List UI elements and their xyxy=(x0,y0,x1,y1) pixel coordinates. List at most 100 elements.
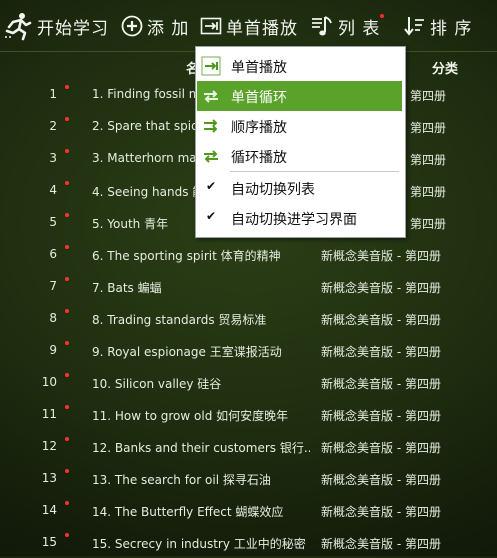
lesson-row[interactable]: 10 10. Silicon valley 硅谷 新概念美音版 - 第四册 xyxy=(0,366,497,398)
lesson-category: 新概念美音版 - 第四册 xyxy=(321,313,441,327)
lesson-title: 7. Bats 蝙蝠 xyxy=(92,281,162,295)
row-number: 11 xyxy=(41,407,57,421)
unread-dot xyxy=(65,245,69,249)
lesson-category: 第四册 xyxy=(410,89,447,103)
lesson-title: 12. Banks and their customers 银行... xyxy=(92,441,310,455)
lesson-category: 第四册 xyxy=(410,121,447,135)
row-number: 12 xyxy=(41,439,57,453)
music-list-icon xyxy=(310,14,334,38)
menu-item-label: 单首循环 xyxy=(231,90,287,106)
lesson-category: 第四册 xyxy=(410,185,447,199)
play-mode-label: 单首播放 xyxy=(226,18,298,39)
menu-option-auto-switch-list[interactable]: ✔ 自动切换列表 xyxy=(197,173,402,203)
menu-item-label: 单首播放 xyxy=(231,60,287,76)
menu-option-label: 自动切换列表 xyxy=(231,182,315,198)
lesson-title: 9. Royal espionage 王室谍报活动 xyxy=(92,345,282,359)
menu-item-single-play[interactable]: 单首播放 xyxy=(197,51,402,81)
sort-icon xyxy=(404,14,426,38)
lesson-row[interactable]: 6 6. The sporting spirit 体育的精神 新概念美音版 - 第四… xyxy=(0,238,497,270)
lesson-category: 第四册 xyxy=(410,153,447,167)
unread-dot xyxy=(65,533,69,537)
single-loop-icon xyxy=(201,86,221,106)
menu-item-loop-play[interactable]: 循环播放 xyxy=(197,141,402,171)
single-play-icon xyxy=(201,56,221,76)
lesson-title: 11. How to grow old 如何安度晚年 xyxy=(92,409,289,423)
sequential-play-icon xyxy=(201,116,221,136)
unread-dot xyxy=(65,469,69,473)
row-number: 1 xyxy=(49,87,57,101)
row-number: 15 xyxy=(41,535,57,549)
lesson-category: 新概念美音版 - 第四册 xyxy=(321,441,441,455)
lesson-title: 8. Trading standards 贸易标准 xyxy=(92,313,267,327)
lesson-category: 新概念美音版 - 第四册 xyxy=(321,473,441,487)
sort-button[interactable]: 排 序 xyxy=(404,0,472,52)
lesson-row[interactable]: 7 7. Bats 蝙蝠 新概念美音版 - 第四册 xyxy=(0,270,497,302)
lesson-row[interactable]: 15 15. Secrecy in industry 工业中的秘密 新概念美音版 -… xyxy=(0,526,497,558)
list-notify-dot xyxy=(380,14,384,18)
lesson-row[interactable]: 13 13. The search for oil 探寻石油 新概念美音版 - 第四… xyxy=(0,462,497,494)
checkmark-icon: ✔ xyxy=(206,209,217,223)
category-column-header[interactable]: 分类 xyxy=(432,58,458,77)
play-mode-menu: 单首播放 单首循环 顺序播放 循环播放 ✔ 自动切换列表 ✔ 自动切换进学习界面 xyxy=(195,46,406,238)
menu-item-label: 顺序播放 xyxy=(231,120,287,136)
play-mode-button[interactable]: 单首播放 xyxy=(200,0,298,52)
unread-dot xyxy=(65,437,69,441)
lesson-row[interactable]: 11 11. How to grow old 如何安度晚年 新概念美音版 - 第四册 xyxy=(0,398,497,430)
menu-item-label: 循环播放 xyxy=(231,150,287,166)
lesson-row[interactable]: 12 12. Banks and their customers 银行... 新概念… xyxy=(0,430,497,462)
start-study-label: 开始学习 xyxy=(37,18,109,39)
unread-dot xyxy=(65,373,69,377)
unread-dot xyxy=(65,309,69,313)
lesson-category: 新概念美音版 - 第四册 xyxy=(321,505,441,519)
unread-dot xyxy=(65,85,69,89)
lesson-title: 15. Secrecy in industry 工业中的秘密 xyxy=(92,537,306,551)
row-number: 3 xyxy=(49,151,57,165)
checkmark-icon: ✔ xyxy=(206,179,217,193)
row-number: 10 xyxy=(41,375,57,389)
lesson-category: 新概念美音版 - 第四册 xyxy=(321,537,441,551)
lesson-title: 14. The Butterfly Effect 蝴蝶效应 xyxy=(92,505,284,519)
list-button[interactable]: 列 表 xyxy=(310,0,384,52)
row-number: 13 xyxy=(41,471,57,485)
add-button[interactable]: 添 加 xyxy=(121,0,189,52)
add-label: 添 加 xyxy=(147,18,190,39)
row-number: 5 xyxy=(49,215,57,229)
unread-dot xyxy=(65,501,69,505)
lesson-title: 10. Silicon valley 硅谷 xyxy=(92,377,222,391)
unread-dot xyxy=(65,405,69,409)
menu-divider xyxy=(230,171,399,172)
unread-dot xyxy=(65,181,69,185)
row-number: 9 xyxy=(49,343,57,357)
lesson-category: 新概念美音版 - 第四册 xyxy=(321,281,441,295)
add-circle-icon xyxy=(121,15,143,37)
lesson-row[interactable]: 9 9. Royal espionage 王室谍报活动 新概念美音版 - 第四册 xyxy=(0,334,497,366)
row-number: 2 xyxy=(49,119,57,133)
unread-dot xyxy=(65,341,69,345)
menu-option-auto-switch-study[interactable]: ✔ 自动切换进学习界面 xyxy=(197,203,402,233)
lesson-row[interactable]: 8 8. Trading standards 贸易标准 新概念美音版 - 第四册 xyxy=(0,302,497,334)
unread-dot xyxy=(65,149,69,153)
single-play-icon xyxy=(200,15,222,37)
menu-item-sequential-play[interactable]: 顺序播放 xyxy=(197,111,402,141)
list-label: 列 表 xyxy=(338,18,381,39)
row-number: 7 xyxy=(49,279,57,293)
lesson-category: 第四册 xyxy=(410,217,447,231)
row-number: 4 xyxy=(49,183,57,197)
lesson-category: 新概念美音版 - 第四册 xyxy=(321,345,441,359)
unread-dot xyxy=(65,117,69,121)
lesson-category: 新概念美音版 - 第四册 xyxy=(321,409,441,423)
lesson-row[interactable]: 14 14. The Butterfly Effect 蝴蝶效应 新概念美音版 - … xyxy=(0,494,497,526)
unread-dot xyxy=(65,277,69,281)
running-man-icon xyxy=(3,11,33,41)
lesson-category: 新概念美音版 - 第四册 xyxy=(321,377,441,391)
loop-play-icon xyxy=(201,146,221,166)
sort-label: 排 序 xyxy=(430,18,473,39)
toolbar: 开始学习 添 加 单首播放 列 表 排 序 xyxy=(0,0,497,52)
menu-item-single-loop[interactable]: 单首循环 xyxy=(197,81,402,111)
unread-dot xyxy=(65,213,69,217)
row-number: 8 xyxy=(49,311,57,325)
lesson-category: 新概念美音版 - 第四册 xyxy=(321,249,441,263)
menu-option-label: 自动切换进学习界面 xyxy=(231,212,357,228)
lesson-title: 13. The search for oil 探寻石油 xyxy=(92,473,271,487)
start-study-button[interactable]: 开始学习 xyxy=(3,0,109,52)
